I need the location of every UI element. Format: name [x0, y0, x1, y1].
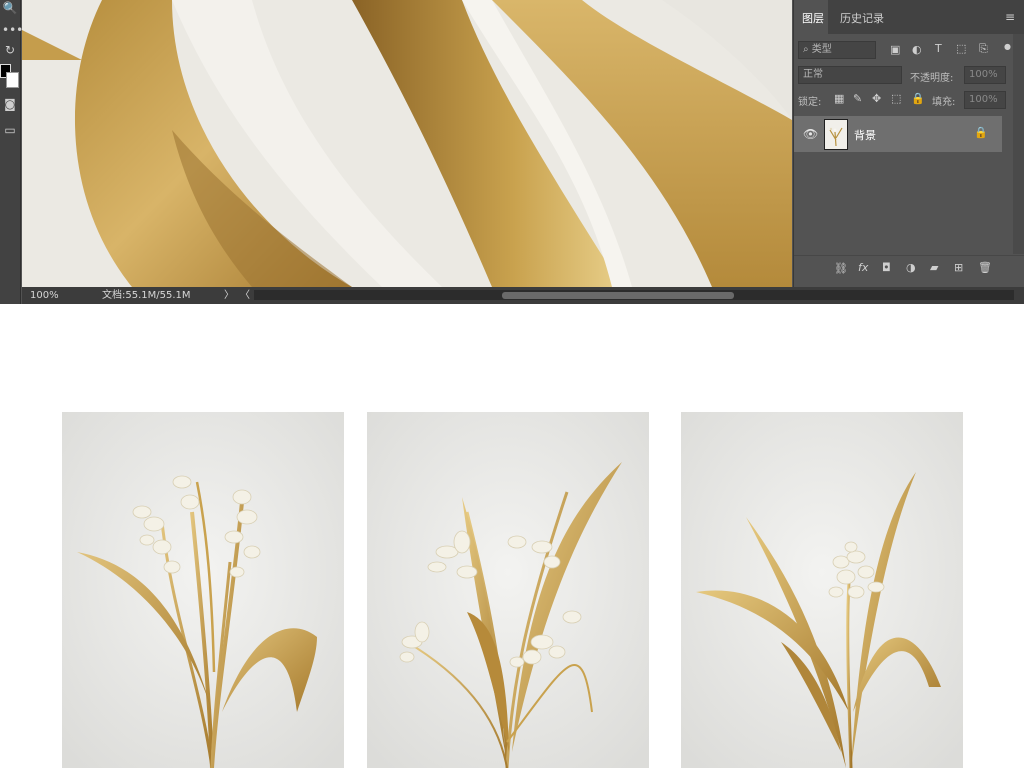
status-menu-arrow[interactable]: 〉 — [224, 287, 234, 304]
tools-panel: 🔍 ••• ↻ ◙ ▭ — [0, 0, 23, 304]
document-info[interactable]: 文档:55.1M/55.1M — [102, 287, 191, 304]
zoom-tool-icon[interactable]: 🔍 — [2, 0, 18, 16]
blend-mode-select[interactable]: 正常 — [798, 66, 902, 84]
screen-mode-icon[interactable]: ▭ — [2, 122, 18, 138]
smart-object-filter-icon[interactable]: ⎘ — [979, 42, 988, 56]
background-color-swatch[interactable] — [6, 72, 19, 88]
adjustment-filter-icon[interactable]: ◐ — [912, 43, 922, 56]
layers-panel: 图层 历史记录 ≡ ⌕ 类型 ▣ ◐ T ⬚ ⎘ ● 正常 不透明度: 100%… — [793, 0, 1024, 287]
layer-thumbnail — [824, 119, 848, 150]
new-group-icon[interactable]: ▰ — [930, 261, 938, 274]
new-layer-icon[interactable]: ⊞ — [954, 261, 963, 274]
gold-orchid-artwork-3 — [681, 412, 963, 768]
blend-mode-value: 正常 — [803, 69, 823, 80]
scroll-left-arrow[interactable]: 〈 — [240, 287, 250, 304]
scrollbar-thumb[interactable] — [502, 292, 734, 299]
gallery-card-3 — [681, 412, 963, 768]
opacity-input[interactable]: 100% — [964, 66, 1006, 84]
gold-orchid-artwork-1 — [62, 412, 344, 768]
layers-panel-footer: ⛓ fx ◘ ◑ ▰ ⊞ 🗑 — [794, 255, 1024, 282]
photoshop-window: 🔍 ••• ↻ ◙ ▭ 图层 历史记录 ≡ ⌕ 类型 ▣ ◐ T ⬚ ⎘ ● 正… — [0, 0, 1024, 304]
fill-label: 填充: — [932, 97, 956, 108]
pixel-filter-icon[interactable]: ▣ — [890, 43, 900, 56]
filter-type-select[interactable]: ⌕ 类型 — [798, 41, 876, 59]
layer-lock-icon: 🔒 — [974, 126, 988, 139]
more-tools-icon[interactable]: ••• — [2, 22, 23, 38]
lock-image-icon[interactable]: ✎ — [853, 92, 862, 105]
delete-layer-icon[interactable]: 🗑 — [978, 261, 992, 274]
filter-type-label: 类型 — [811, 44, 832, 55]
search-icon: ⌕ — [803, 44, 809, 55]
fill-input[interactable]: 100% — [964, 91, 1006, 109]
shape-filter-icon[interactable]: ⬚ — [956, 42, 966, 55]
opacity-label: 不透明度: — [910, 73, 954, 84]
document-canvas[interactable] — [22, 0, 792, 287]
quick-mask-icon[interactable]: ◙ — [2, 96, 18, 112]
visibility-eye-icon[interactable]: 👁 — [803, 127, 818, 141]
fx-icon[interactable]: fx — [858, 261, 868, 274]
tab-layers[interactable]: 图层 — [802, 10, 824, 26]
gallery-card-2 — [367, 412, 649, 768]
filter-row: ⌕ 类型 ▣ ◐ T ⬚ ⎘ ● — [794, 38, 1024, 62]
blend-row: 正常 不透明度: 100% — [794, 63, 1024, 87]
lock-row: 锁定: ▦ ✎ ✥ ⬚ 🔒 填充: 100% — [794, 88, 1024, 112]
filter-toggle-icon[interactable]: ● — [1004, 42, 1011, 51]
lock-all-icon[interactable]: 🔒 — [911, 92, 925, 105]
panel-scrollbar[interactable] — [1013, 34, 1024, 254]
zoom-level[interactable]: 100% — [30, 287, 59, 304]
swap-colors-icon[interactable]: ↻ — [2, 42, 18, 58]
add-mask-icon[interactable]: ◘ — [882, 261, 891, 274]
layer-name[interactable]: 背景 — [854, 127, 876, 143]
tab-history[interactable]: 历史记录 — [840, 10, 884, 26]
gold-orchid-artwork-2 — [367, 412, 649, 768]
panel-menu-icon[interactable]: ≡ — [1005, 10, 1015, 24]
layer-thumbnail-flower — [829, 127, 843, 147]
lock-position-icon[interactable]: ✥ — [872, 92, 881, 105]
panel-tabs: 图层 历史记录 ≡ — [794, 0, 1024, 34]
layer-row-background[interactable]: 👁 背景 🔒 — [794, 116, 1002, 152]
lock-transparent-icon[interactable]: ▦ — [834, 92, 844, 105]
lock-label: 锁定: — [798, 97, 822, 108]
canvas-artwork — [22, 0, 792, 287]
type-filter-icon[interactable]: T — [935, 42, 942, 55]
gallery-card-1 — [62, 412, 344, 768]
adjustment-layer-icon[interactable]: ◑ — [906, 261, 916, 274]
link-layers-icon[interactable]: ⛓ — [834, 262, 848, 275]
status-bar: 100% 文档:55.1M/55.1M 〉 〈 — [22, 287, 1024, 304]
artboard-lock-icon[interactable]: ⬚ — [891, 92, 901, 105]
horizontal-scrollbar[interactable] — [254, 290, 1014, 300]
